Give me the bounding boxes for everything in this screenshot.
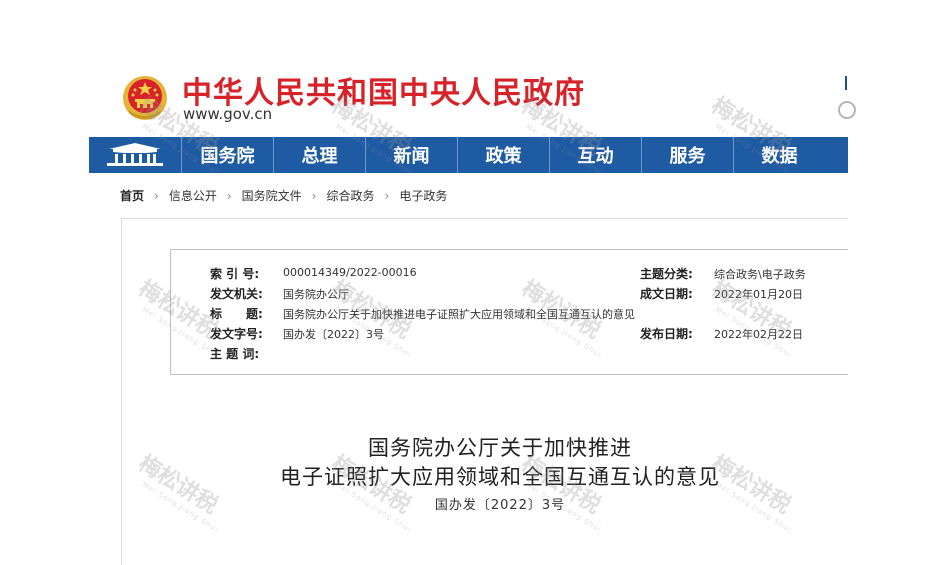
document-number: 国办发〔2022〕3号 — [434, 498, 566, 513]
header-accent-bar — [845, 76, 847, 90]
breadcrumb-home[interactable]: 首页 — [120, 187, 144, 204]
search-icon[interactable] — [838, 101, 856, 119]
document-title-line2: 电子证照扩大应用领域和全国互通互认的意见 — [280, 465, 720, 489]
subject-words-label: 主 题 词: — [210, 347, 260, 361]
published-date-value: 2022年02月22日 — [714, 328, 803, 341]
main-nav: 国务院 总理 新闻 政策 互动 服务 数据 — [89, 137, 848, 173]
title-label: 标 题: — [210, 307, 263, 321]
doc-number-label: 发文字号: — [210, 327, 263, 341]
written-date-label: 成文日期: — [640, 287, 693, 301]
nav-item-state-council[interactable]: 国务院 — [181, 137, 273, 173]
national-emblem-icon — [123, 76, 167, 120]
breadcrumb-info-disclosure[interactable]: 信息公开 — [169, 187, 217, 204]
site-url[interactable]: www.gov.cn — [183, 105, 272, 123]
title-value: 国务院办公厅关于加快推进电子证照扩大应用领域和全国互通互认的意见 — [283, 308, 635, 321]
issuer-label: 发文机关: — [210, 287, 263, 301]
nav-item-data[interactable]: 数据 — [733, 137, 825, 173]
chevron-right-icon: › — [226, 188, 232, 203]
issuer-value: 国务院办公厅 — [283, 288, 349, 301]
nav-item-news[interactable]: 新闻 — [365, 137, 457, 173]
document-title-line1: 国务院办公厅关于加快推进 — [368, 436, 632, 460]
breadcrumb-general-affairs[interactable]: 综合政务 — [326, 187, 374, 204]
nav-item-premier[interactable]: 总理 — [273, 137, 365, 173]
breadcrumb-e-government[interactable]: 电子政务 — [399, 187, 447, 204]
topic-value: 综合政务\电子政务 — [714, 268, 806, 281]
index-label: 索 引 号: — [210, 267, 260, 281]
nav-item-interaction[interactable]: 互动 — [549, 137, 641, 173]
chevron-right-icon: › — [384, 188, 390, 203]
published-date-label: 发布日期: — [640, 327, 693, 341]
breadcrumb: 首页 › 信息公开 › 国务院文件 › 综合政务 › 电子政务 — [120, 187, 447, 204]
chevron-right-icon: › — [311, 188, 317, 203]
nav-home-building-icon[interactable] — [89, 137, 181, 173]
topic-label: 主题分类: — [640, 267, 693, 281]
nav-item-policy[interactable]: 政策 — [457, 137, 549, 173]
breadcrumb-state-council-docs[interactable]: 国务院文件 — [242, 187, 302, 204]
doc-number-value: 国办发〔2022〕3号 — [283, 328, 384, 341]
index-value: 000014349/2022-00016 — [283, 266, 417, 279]
nav-item-services[interactable]: 服务 — [641, 137, 733, 173]
chevron-right-icon: › — [154, 188, 159, 203]
written-date-value: 2022年01月20日 — [714, 288, 803, 301]
